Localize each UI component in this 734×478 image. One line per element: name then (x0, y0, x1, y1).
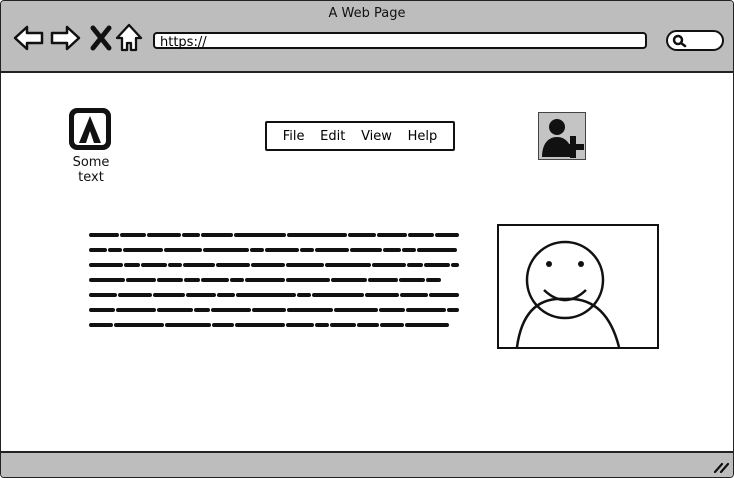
smiley-face-image (515, 240, 621, 348)
browser-window: A Web Page https:// Some text File Edit … (0, 0, 734, 478)
add-user-icon (542, 119, 584, 158)
profile-image (497, 224, 659, 349)
menu-item-view[interactable]: View (361, 129, 392, 144)
logo-a-icon (74, 113, 106, 145)
search-box[interactable] (666, 30, 724, 51)
url-bar[interactable]: https:// (153, 32, 647, 50)
text-paragraph-placeholder (89, 233, 459, 327)
window-title: A Web Page (328, 6, 406, 21)
home-icon[interactable] (112, 21, 146, 55)
menu-item-file[interactable]: File (283, 129, 305, 144)
menu-bar: File Edit View Help (265, 121, 455, 151)
logo (69, 108, 111, 150)
forward-icon[interactable] (48, 21, 82, 55)
logo-label: Some text (72, 155, 110, 185)
add-user-button[interactable] (538, 112, 586, 160)
search-icon (672, 34, 687, 48)
menu-item-help[interactable]: Help (408, 129, 438, 144)
browser-chrome: A Web Page https:// (1, 1, 733, 73)
resize-handle-icon[interactable] (713, 461, 729, 473)
back-icon[interactable] (12, 21, 46, 55)
status-bar (1, 451, 733, 477)
menu-item-edit[interactable]: Edit (320, 129, 345, 144)
